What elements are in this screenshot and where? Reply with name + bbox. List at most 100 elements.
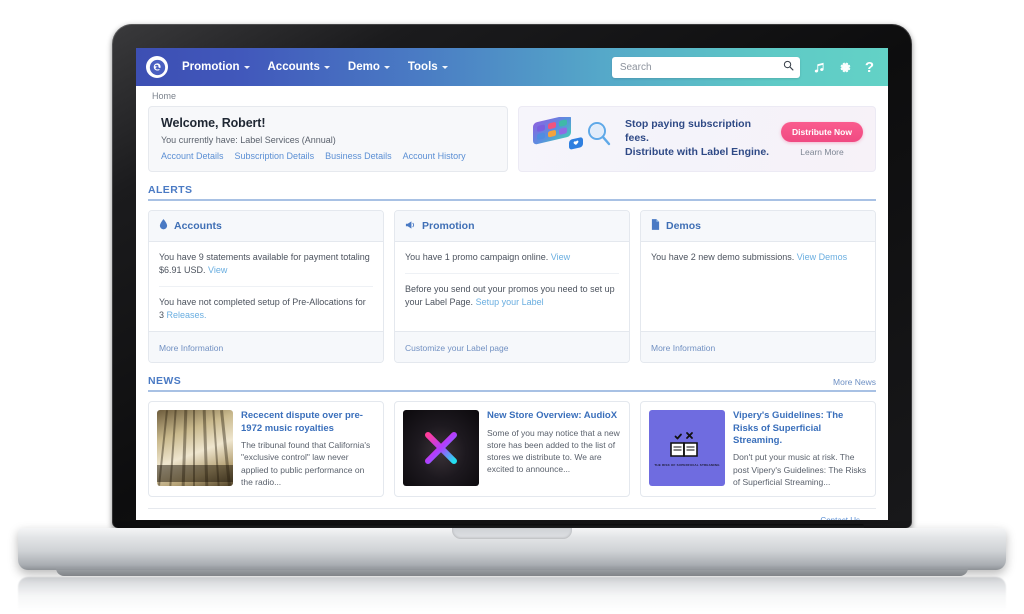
top-row: Welcome, Robert! You currently have: Lab… [148,106,876,172]
alert-card-promotion-header: Promotion [395,211,629,242]
label-engine-app: Promotion Accounts Demo Tools Search ? H… [136,48,888,520]
news-card[interactable]: New Store Overview: AudioX Some of you m… [394,401,630,498]
nav-item-accounts[interactable]: Accounts [268,61,330,73]
vipery-guidelines-image: THE RISK OF SUPERFICIAL STREAMING [649,410,725,487]
alert-card-accounts-title: Accounts [174,220,222,232]
alert-card-accounts-body: You have 9 statements available for paym… [149,242,383,331]
chevron-down-icon [243,65,250,69]
nav-item-accounts-label: Accounts [267,61,320,73]
alert-card-promotion-body: You have 1 promo campaign online. View B… [395,242,629,331]
alert-card-promotion: Promotion You have 1 promo campaign onli… [394,210,630,364]
learn-more-link[interactable]: Learn More [781,147,863,157]
news-heading: NEWS [148,375,182,388]
alert-cards: Accounts You have 9 statements available… [148,210,876,364]
megaphone-icon [405,217,416,235]
document-icon [651,217,660,235]
laptop-base-foot [56,568,968,576]
help-icon[interactable]: ? [865,60,874,75]
gear-icon[interactable] [839,61,852,74]
search-box[interactable] [611,56,800,78]
alert-row: You have not completed setup of Pre-Allo… [159,287,373,331]
nav-item-demo-label: Demo [347,61,380,73]
news-card-excerpt: The tribunal found that California's "ex… [241,439,371,487]
chevron-down-icon [441,65,448,69]
news-card-title: Rececent dispute over pre-1972 music roy… [241,410,363,434]
alert-row-text: You have 2 new demo submissions. [651,252,797,262]
customize-label-page-link[interactable]: Customize your Label page [405,343,508,353]
nav-item-promotion[interactable]: Promotion [182,61,250,73]
audiox-logo-image [403,410,479,487]
welcome-panel: Welcome, Robert! You currently have: Lab… [148,106,508,172]
footer-terms: By using Label Engine you are agreeing t… [164,516,400,520]
promo-cta: Distribute Now Learn More [773,121,863,157]
alert-row: You have 2 new demo submissions. View De… [651,242,865,273]
news-card-body: New Store Overview: AudioX Some of you m… [487,410,621,488]
alerts-section-header: ALERTS [148,184,876,201]
alert-card-accounts: Accounts You have 9 statements available… [148,210,384,364]
alert-row-text: You have 9 statements available for paym… [159,252,370,276]
alert-row: You have 1 promo campaign online. View [405,242,619,275]
promo-banner[interactable]: Stop paying subscription fees. Distribut… [518,106,876,172]
music-note-icon[interactable] [813,61,826,74]
news-card-title: Vipery's Guidelines: The Risks of Superf… [733,410,844,446]
alert-row-link[interactable]: View [551,252,570,262]
news-cards: Rececent dispute over pre-1972 music roy… [148,401,876,498]
promo-headline-line1: Stop paying subscription fees. [625,118,752,145]
nav-item-tools-label: Tools [407,61,438,73]
distribute-now-button[interactable]: Distribute Now [781,121,863,142]
nav-item-promotion-label: Promotion [182,61,240,73]
alert-row-link[interactable]: View [208,265,227,275]
welcome-links: Account Details Subscription Details Bus… [161,151,495,161]
link-account-history[interactable]: Account History [403,151,466,161]
alert-row: You have 9 statements available for paym… [159,242,373,288]
top-navigation-bar: Promotion Accounts Demo Tools Search ? [136,48,888,86]
more-information-link[interactable]: More Information [159,343,223,353]
news-card[interactable]: THE RISK OF SUPERFICIAL STREAMING Vipery… [640,401,876,498]
nav-right-tools: ? [611,56,874,78]
promo-headline: Stop paying subscription fees. Distribut… [625,118,773,160]
contact-us-link[interactable]: Contact Us [820,516,860,520]
label-engine-logo-icon[interactable] [146,56,168,78]
alert-row-link[interactable]: Setup your Label [476,297,544,307]
phone-magnifier-illustration [529,115,621,161]
search-input[interactable] [619,61,783,73]
breadcrumb-home[interactable]: Home [152,91,176,101]
alert-card-accounts-footer: More Information [149,331,383,363]
thumb-caption: THE RISK OF SUPERFICIAL STREAMING [654,462,720,467]
vinyl-records-image [157,410,233,487]
app-footer: By using Label Engine you are agreeing t… [148,508,876,520]
news-card-excerpt: Don't put your music at risk. The post V… [733,452,867,487]
news-card[interactable]: Rececent dispute over pre-1972 music roy… [148,401,384,498]
news-card-title: New Store Overview: AudioX [487,410,618,422]
more-information-link[interactable]: More Information [651,343,715,353]
alert-card-demos-body: You have 2 new demo submissions. View De… [641,242,875,331]
alert-card-demos-header: Demos [641,211,875,242]
alert-card-promotion-footer: Customize your Label page [395,331,629,363]
laptop-screen: Promotion Accounts Demo Tools Search ? H… [136,48,888,520]
alert-card-accounts-header: Accounts [149,211,383,242]
alert-card-promotion-title: Promotion [422,220,475,232]
promo-headline-line2: Distribute with Label Engine. [625,145,770,158]
link-account-details[interactable]: Account Details [161,151,224,161]
chevron-down-icon [383,65,390,69]
alert-card-demos: Demos You have 2 new demo submissions. V… [640,210,876,364]
chevron-down-icon [323,65,330,69]
news-card-body: Vipery's Guidelines: The Risks of Superf… [733,410,867,488]
breadcrumb: Home [136,86,888,106]
alert-card-demos-title: Demos [666,220,702,232]
alert-card-demos-footer: More Information [641,331,875,363]
alert-row-text: You have 1 promo campaign online. [405,252,551,262]
nav-item-demo[interactable]: Demo [348,61,390,73]
search-icon[interactable] [783,58,794,76]
alert-row-link[interactable]: View Demos [797,252,847,262]
screenshot-stage: Promotion Accounts Demo Tools Search ? H… [0,0,1024,614]
laptop-reflection [18,577,1006,611]
nav-menu: Promotion Accounts Demo Tools [182,61,448,73]
nav-item-tools[interactable]: Tools [408,61,448,73]
link-business-details[interactable]: Business Details [325,151,392,161]
link-subscription-details[interactable]: Subscription Details [235,151,315,161]
news-card-body: Rececent dispute over pre-1972 music roy… [241,410,375,488]
more-news-link[interactable]: More News [833,377,876,387]
welcome-title: Welcome, Robert! [161,116,266,130]
alert-row-link[interactable]: Releases. [167,310,207,320]
